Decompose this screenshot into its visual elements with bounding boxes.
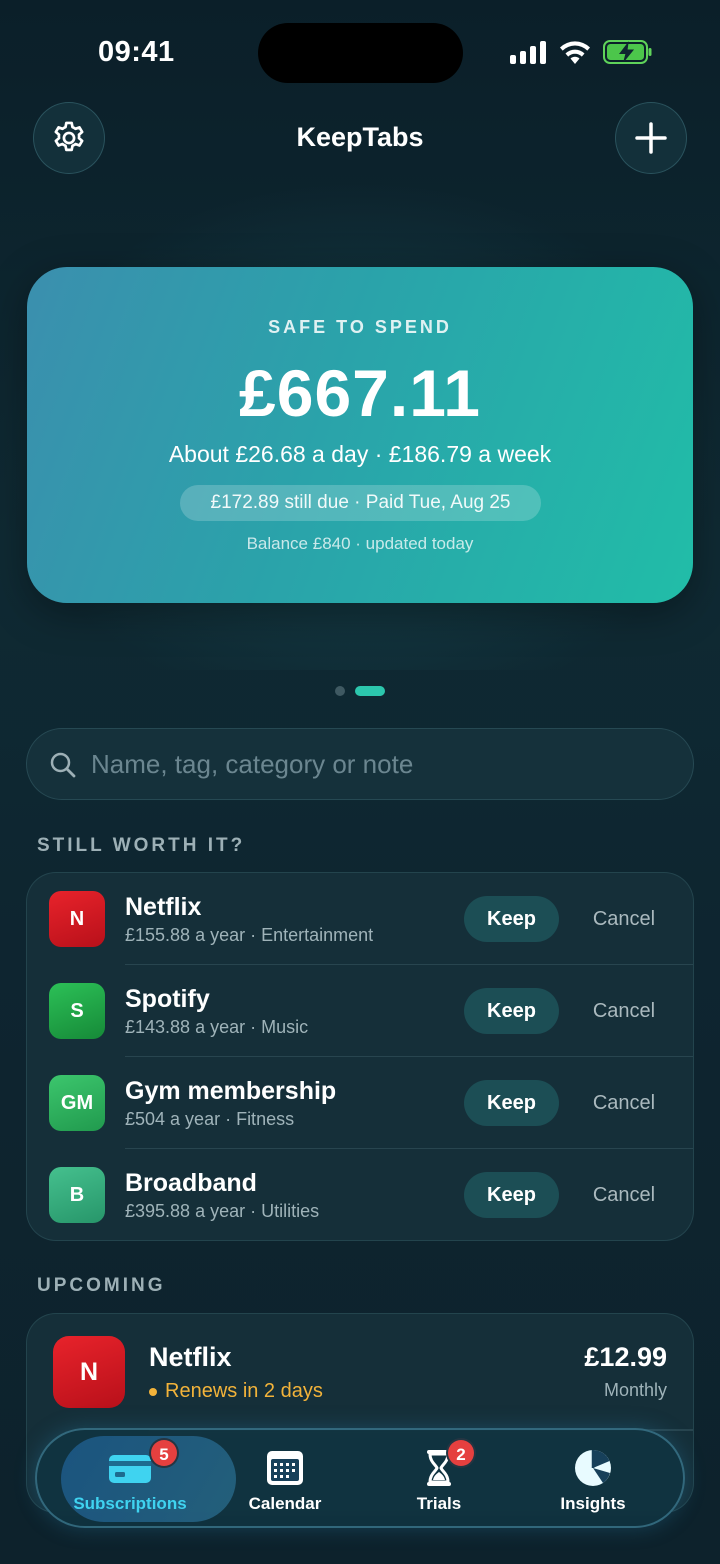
tab-calendar[interactable]: Calendar bbox=[210, 1430, 360, 1526]
status-time: 09:41 bbox=[98, 36, 175, 68]
subscription-name: Netflix bbox=[125, 893, 202, 921]
subscription-name: Broadband bbox=[125, 1169, 257, 1197]
battery-charging-icon bbox=[603, 40, 652, 64]
page-dot-1[interactable] bbox=[335, 686, 345, 696]
tab-trials[interactable]: 2 Trials bbox=[364, 1430, 514, 1526]
search-icon bbox=[50, 752, 76, 778]
upcoming-price: £12.99 bbox=[584, 1342, 667, 1372]
cancel-button[interactable]: Cancel bbox=[579, 1172, 669, 1218]
tab-bar: 5 Subscriptions Calendar 2 Trials Insigh… bbox=[35, 1428, 685, 1528]
upcoming-heading: UPCOMING bbox=[37, 1275, 166, 1296]
safe-to-spend-card[interactable]: SAFE TO SPEND £667.11 About £26.68 a day… bbox=[27, 267, 693, 603]
still-worth-it-heading: STILL WORTH IT? bbox=[37, 835, 246, 856]
list-item[interactable]: S Spotify £143.88 a year · Music Keep Ca… bbox=[27, 965, 693, 1057]
trials-badge: 2 bbox=[446, 1438, 476, 1468]
netflix-logo: N bbox=[49, 891, 105, 947]
gym-logo: GM bbox=[49, 1075, 105, 1131]
list-item[interactable]: B Broadband £395.88 a year · Utilities K… bbox=[27, 1149, 693, 1240]
page-dot-2[interactable] bbox=[355, 686, 385, 696]
tab-label: Calendar bbox=[248, 1494, 322, 1513]
list-item[interactable]: GM Gym membership £504 a year · Fitness … bbox=[27, 1057, 693, 1149]
daily-weekly-allowance: About £26.68 a day · £186.79 a week bbox=[168, 441, 552, 467]
warning-dot-icon bbox=[149, 1387, 157, 1396]
page-indicator[interactable] bbox=[0, 686, 720, 696]
search-input[interactable] bbox=[91, 729, 671, 799]
subscription-meta: £395.88 a year · Utilities bbox=[125, 1201, 320, 1221]
card-icon bbox=[109, 1455, 151, 1483]
subscription-name: Spotify bbox=[125, 985, 210, 1013]
upcoming-name: Netflix bbox=[149, 1342, 232, 1372]
tab-subscriptions[interactable]: 5 Subscriptions bbox=[55, 1430, 236, 1526]
subscription-meta: £143.88 a year · Music bbox=[125, 1017, 309, 1037]
subscription-meta: £504 a year · Fitness bbox=[125, 1109, 295, 1129]
dynamic-island bbox=[258, 23, 463, 83]
hero-label: SAFE TO SPEND bbox=[268, 317, 452, 337]
cancel-button[interactable]: Cancel bbox=[579, 988, 669, 1034]
plus-icon bbox=[635, 122, 667, 154]
tab-label: Subscriptions bbox=[73, 1494, 187, 1513]
keep-button[interactable]: Keep bbox=[464, 988, 559, 1034]
tab-label: Insights bbox=[560, 1494, 626, 1513]
safe-to-spend-amount: £667.11 bbox=[239, 356, 481, 430]
app-title: KeepTabs bbox=[296, 122, 424, 152]
keep-button[interactable]: Keep bbox=[464, 1172, 559, 1218]
list-item[interactable]: N Netflix £155.88 a year · Entertainment… bbox=[27, 873, 693, 965]
cancel-button[interactable]: Cancel bbox=[579, 896, 669, 942]
tab-insights[interactable]: Insights bbox=[518, 1430, 668, 1526]
tab-label: Trials bbox=[416, 1494, 462, 1513]
subscription-meta: £155.88 a year · Entertainment bbox=[125, 925, 374, 945]
status-bar: 09:41 bbox=[0, 0, 720, 100]
search-bar[interactable] bbox=[26, 728, 694, 800]
calendar-icon bbox=[267, 1451, 303, 1485]
still-due-pill: £172.89 still due · Paid Tue, Aug 25 bbox=[180, 485, 541, 521]
spotify-logo: S bbox=[49, 983, 105, 1039]
broadband-logo: B bbox=[49, 1167, 105, 1223]
subscriptions-badge: 5 bbox=[149, 1438, 179, 1468]
add-subscription-button[interactable] bbox=[615, 102, 687, 174]
keep-button[interactable]: Keep bbox=[464, 896, 559, 942]
wifi-icon bbox=[560, 41, 590, 64]
cancel-button[interactable]: Cancel bbox=[579, 1080, 669, 1126]
subscription-name: Gym membership bbox=[125, 1077, 337, 1105]
keep-button[interactable]: Keep bbox=[464, 1080, 559, 1126]
pie-chart-icon bbox=[575, 1450, 611, 1486]
worth-it-list: N Netflix £155.88 a year · Entertainment… bbox=[26, 872, 694, 1241]
renewal-text: Renews in 2 days bbox=[165, 1380, 323, 1402]
netflix-logo: N bbox=[53, 1336, 125, 1408]
cellular-signal-icon bbox=[510, 40, 546, 64]
billing-cycle: Monthly bbox=[603, 1380, 667, 1400]
balance-text: Balance £840 · updated today bbox=[246, 534, 474, 553]
renewal-status: Renews in 2 days bbox=[149, 1380, 323, 1403]
